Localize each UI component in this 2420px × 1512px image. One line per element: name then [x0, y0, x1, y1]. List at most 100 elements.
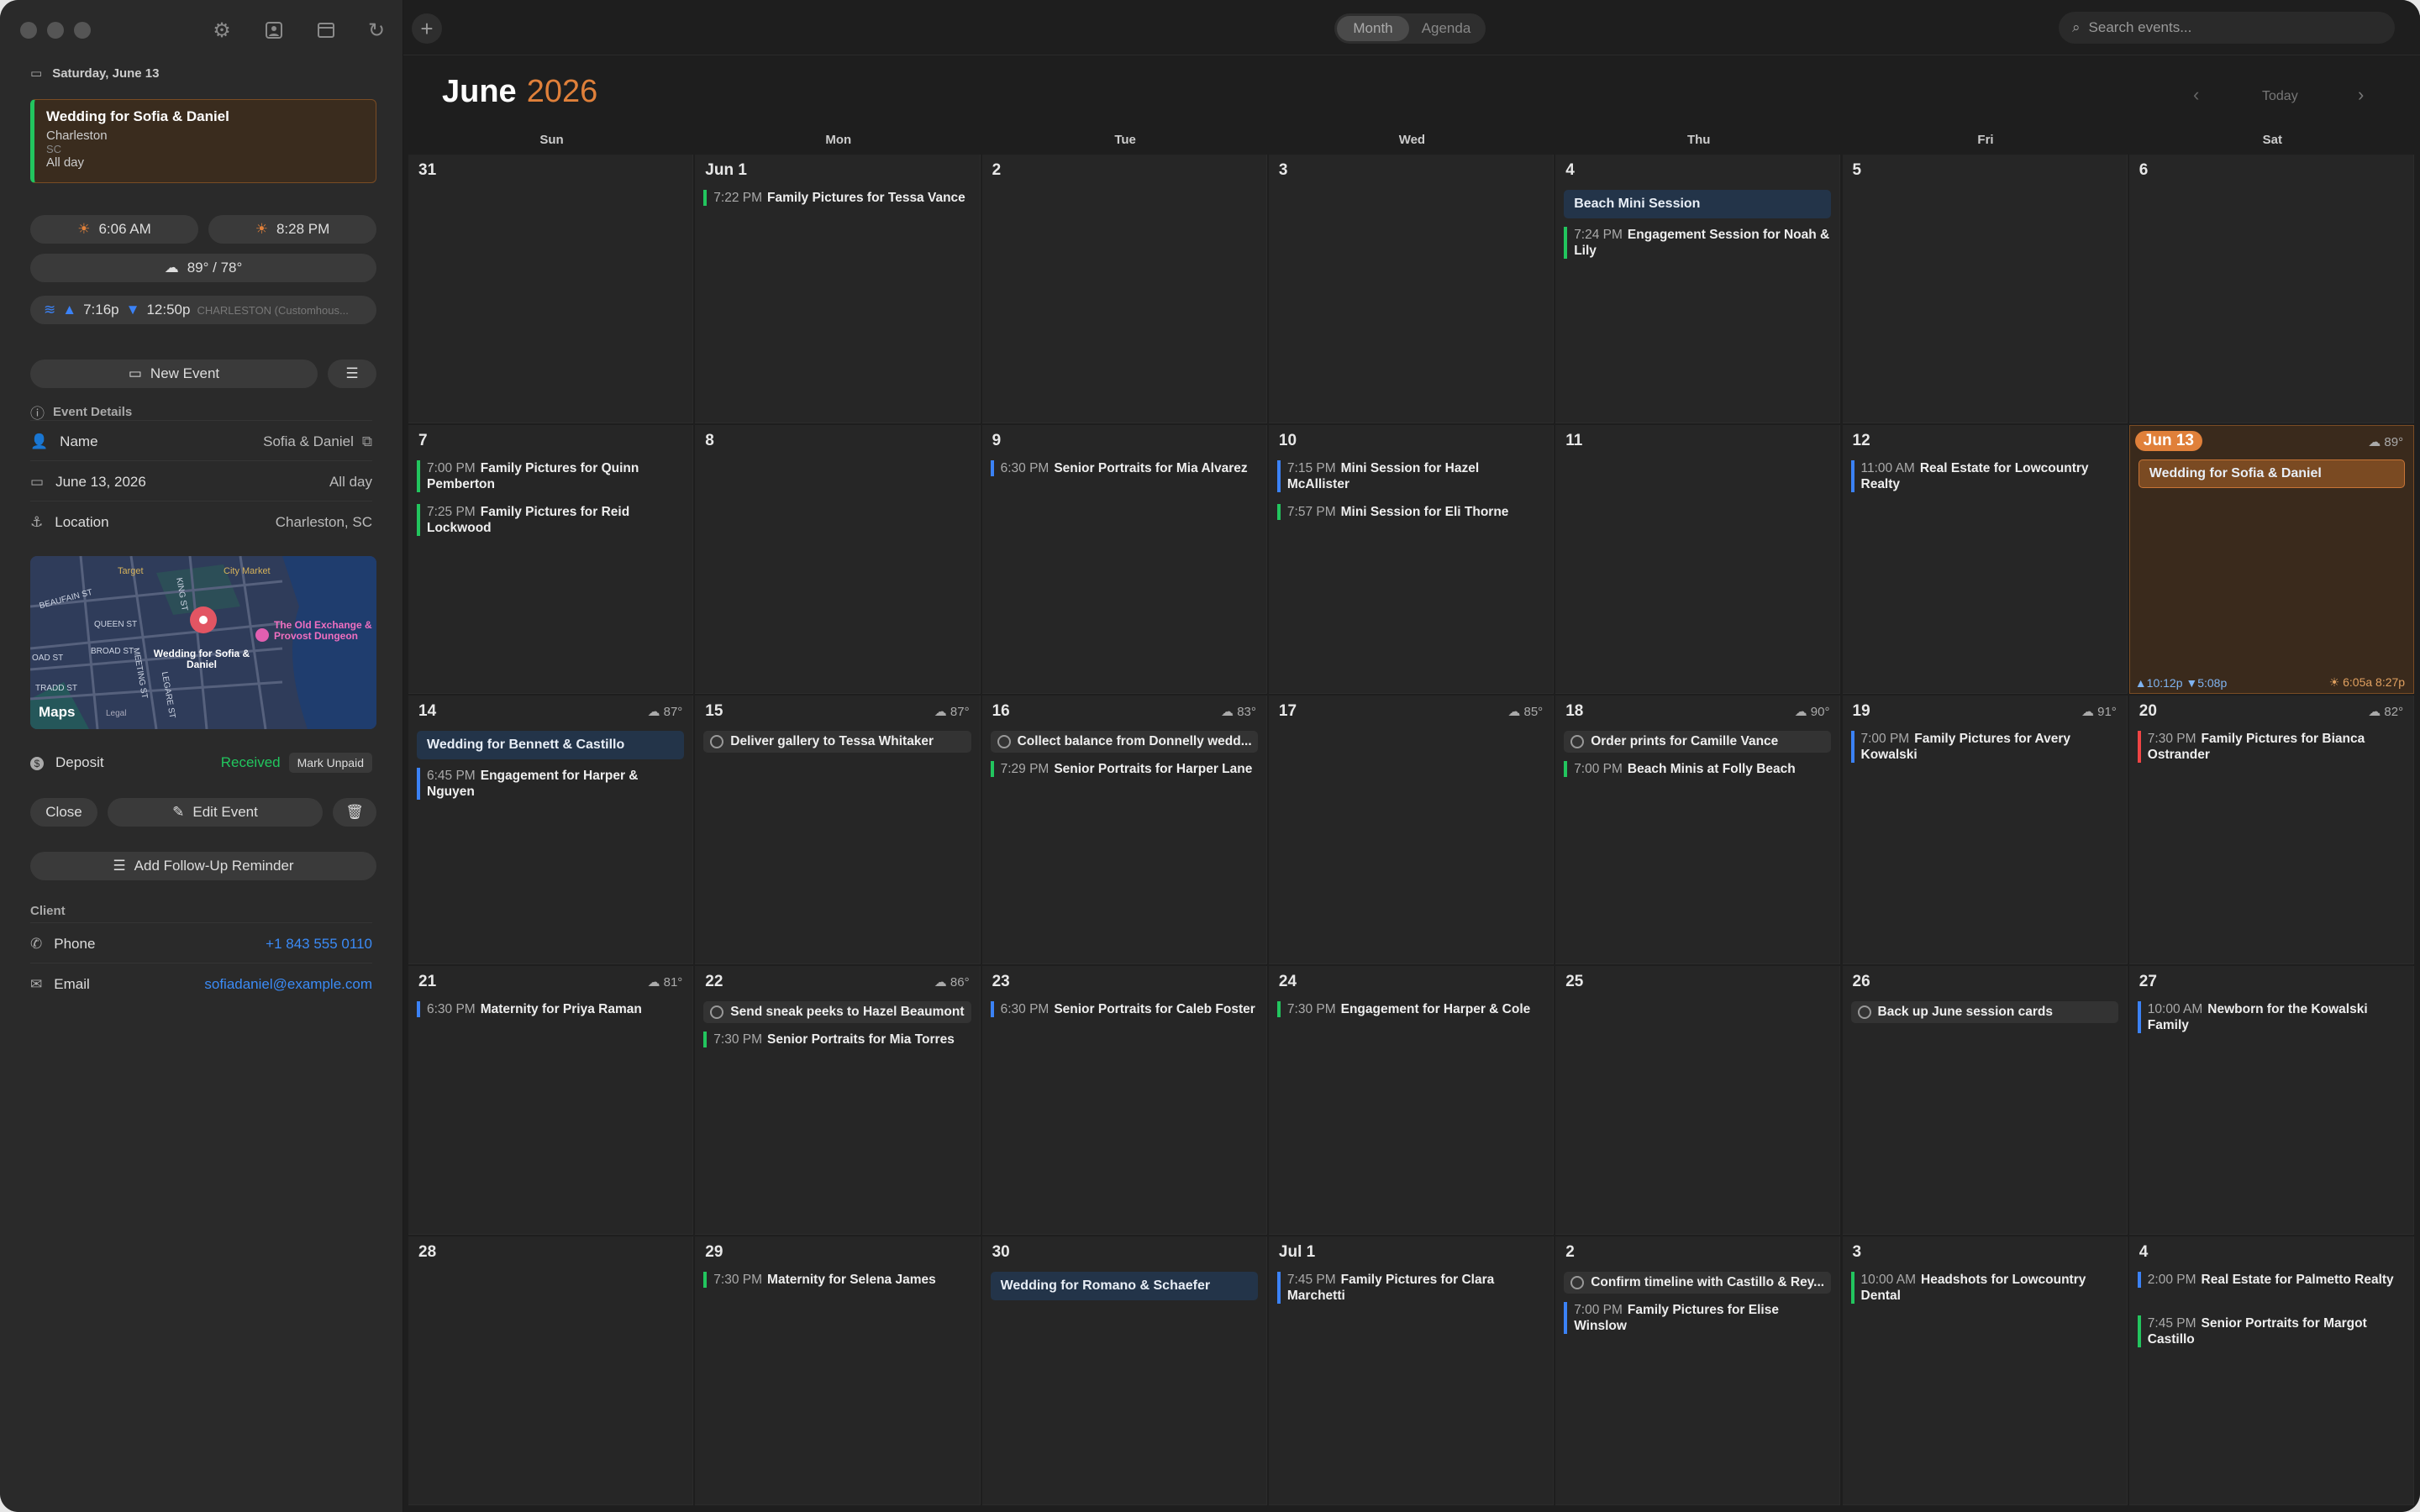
- tab-agenda[interactable]: Agenda: [1409, 16, 1483, 41]
- day-cell[interactable]: 21 ☁ 81° 6:30 PM Maternity for Priya Raman: [408, 966, 694, 1235]
- timed-event[interactable]: 6:45 PM Engagement for Harper & Nguyen: [417, 768, 684, 800]
- timed-event[interactable]: 7:45 PM Senior Portraits for Margot Casti…: [2137, 1315, 2405, 1347]
- email-link[interactable]: sofiadaniel@example.com: [204, 976, 372, 993]
- timed-event[interactable]: 7:30 PM Engagement for Harper & Cole: [1276, 1001, 1544, 1017]
- day-cell[interactable]: Jun 1 7:22 PM Family Pictures for Tessa Va…: [695, 155, 981, 423]
- timed-event[interactable]: 7:57 PM Mini Session for Eli Thorne: [1276, 504, 1544, 520]
- timed-event[interactable]: 7:30 PM Family Pictures for Bianca Ostran…: [2137, 731, 2405, 763]
- all-day-event[interactable]: Wedding for Bennett & Castillo: [417, 731, 685, 759]
- timed-event[interactable]: 7:00 PM Beach Minis at Folly Beach: [1564, 761, 1831, 777]
- day-cell[interactable]: 22 ☁ 86° Send sneak peeks to Hazel Beaumon…: [695, 966, 981, 1235]
- day-cell[interactable]: 11: [1555, 425, 1841, 694]
- day-cell[interactable]: 25: [1555, 966, 1841, 1235]
- add-follow-up-button[interactable]: ☰ Add Follow-Up Reminder: [30, 852, 376, 880]
- task-item[interactable]: Collect balance from Donnelly wedd...: [990, 731, 1258, 753]
- day-cell[interactable]: 31: [408, 155, 694, 423]
- delete-button[interactable]: 🗑: [333, 798, 376, 827]
- today-button[interactable]: Today: [2262, 89, 2298, 104]
- timed-event[interactable]: 7:45 PM Family Pictures for Clara Marchet…: [1276, 1272, 1544, 1304]
- task-item[interactable]: Deliver gallery to Tessa Whitaker: [703, 731, 971, 753]
- all-day-event[interactable]: Wedding for Romano & Schaefer: [990, 1272, 1258, 1300]
- chevron-right-icon[interactable]: ›: [2358, 84, 2364, 106]
- task-checkbox[interactable]: [710, 1005, 724, 1019]
- timed-event[interactable]: 7:00 PM Family Pictures for Elise Winslow: [1564, 1302, 1831, 1334]
- day-cell[interactable]: 24 7:30 PM Engagement for Harper & Cole: [1268, 966, 1555, 1235]
- mark-unpaid-button[interactable]: Mark Unpaid: [288, 753, 372, 773]
- day-cell[interactable]: 7 7:00 PM Family Pictures for Quinn Pember…: [408, 425, 694, 694]
- day-cell[interactable]: 15 ☁ 87° Deliver gallery to Tessa Whitaker: [695, 696, 981, 964]
- day-cell[interactable]: 6: [2128, 155, 2415, 423]
- day-cell[interactable]: Jun 13 ☁ 89° Wedding for Sofia & Daniel ▲10…: [2128, 425, 2415, 694]
- map-legal-link[interactable]: Legal: [106, 709, 126, 718]
- day-cell[interactable]: 18 ☁ 90° Order prints for Camille Vance 7:0…: [1555, 696, 1841, 964]
- timed-event[interactable]: 6:30 PM Senior Portraits for Caleb Foster: [990, 1001, 1258, 1017]
- close-button[interactable]: Close: [30, 798, 97, 827]
- task-item[interactable]: Confirm timeline with Castillo & Rey...: [1564, 1272, 1832, 1294]
- timed-event[interactable]: 7:00 PM Family Pictures for Quinn Pembert…: [417, 460, 684, 492]
- tab-month[interactable]: Month: [1337, 16, 1409, 41]
- phone-link[interactable]: +1 843 555 0110: [266, 936, 372, 953]
- timed-event[interactable]: 7:24 PM Engagement Session for Noah & Lil…: [1564, 227, 1831, 259]
- day-cell[interactable]: 20 ☁ 82° 7:30 PM Family Pictures for Bianca…: [2128, 696, 2415, 964]
- search-field[interactable]: ⌕ Search events...: [2059, 12, 2395, 44]
- timed-event[interactable]: 6:30 PM Maternity for Priya Raman: [417, 1001, 684, 1017]
- day-cell[interactable]: 3 10:00 AM Headshots for Lowcountry Dental: [1842, 1236, 2128, 1505]
- day-cell[interactable]: 29 7:30 PM Maternity for Selena James: [695, 1236, 981, 1505]
- copy-icon[interactable]: ⧉: [362, 433, 372, 449]
- edit-event-button[interactable]: ✎ Edit Event: [108, 798, 323, 827]
- timed-event[interactable]: 7:30 PM Maternity for Selena James: [703, 1272, 971, 1288]
- day-cell[interactable]: 10 7:15 PM Mini Session for Hazel McAllist…: [1268, 425, 1555, 694]
- selected-event-card[interactable]: Wedding for Sofia & Daniel Charleston SC…: [30, 99, 376, 183]
- day-cell[interactable]: 5: [1842, 155, 2128, 423]
- checklist-button[interactable]: ☰: [328, 360, 376, 388]
- day-cell[interactable]: 19 ☁ 91° 7:00 PM Family Pictures for Avery …: [1842, 696, 2128, 964]
- task-checkbox[interactable]: [1570, 735, 1585, 748]
- timed-event[interactable]: 11:00 AM Real Estate for Lowcountry Realt…: [1850, 460, 2118, 492]
- close-window-button[interactable]: [20, 22, 37, 39]
- day-cell[interactable]: 23 6:30 PM Senior Portraits for Caleb Fost…: [981, 966, 1267, 1235]
- day-cell[interactable]: Jul 1 7:45 PM Family Pictures for Clara Ma…: [1268, 1236, 1555, 1505]
- timed-event[interactable]: 7:25 PM Family Pictures for Reid Lockwood: [417, 504, 684, 536]
- day-cell[interactable]: 12 11:00 AM Real Estate for Lowcountry Rea…: [1842, 425, 2128, 694]
- task-checkbox[interactable]: [1570, 1276, 1585, 1289]
- calendar-view-icon[interactable]: [311, 15, 341, 45]
- task-checkbox[interactable]: [997, 735, 1011, 748]
- new-event-button[interactable]: ▭ New Event: [30, 360, 318, 388]
- day-cell[interactable]: 2: [981, 155, 1267, 423]
- timed-event[interactable]: 7:15 PM Mini Session for Hazel McAllister: [1276, 460, 1544, 492]
- task-item[interactable]: Order prints for Camille Vance: [1564, 731, 1832, 753]
- timed-event[interactable]: 7:30 PM Senior Portraits for Mia Torres: [703, 1032, 971, 1047]
- task-item[interactable]: Send sneak peeks to Hazel Beaumont: [703, 1001, 971, 1023]
- refresh-icon[interactable]: ↻: [361, 15, 392, 45]
- day-cell[interactable]: 4 Beach Mini Session 7:24 PM Engagement Ses…: [1555, 155, 1841, 423]
- timed-event[interactable]: 6:30 PM Senior Portraits for Mia Alvarez: [990, 460, 1258, 476]
- zoom-window-button[interactable]: [74, 22, 91, 39]
- timed-event[interactable]: 10:00 AM Newborn for the Kowalski Family: [2137, 1001, 2405, 1033]
- day-cell[interactable]: 14 ☁ 87° Wedding for Bennett & Castillo 6:4…: [408, 696, 694, 964]
- task-item[interactable]: Back up June session cards: [1850, 1001, 2118, 1023]
- day-cell[interactable]: 4 2:00 PM Real Estate for Palmetto Realty 7…: [2128, 1236, 2415, 1505]
- day-cell[interactable]: 3: [1268, 155, 1555, 423]
- location-map[interactable]: BEAUFAIN ST QUEEN ST BROAD ST KING ST ME…: [30, 556, 376, 729]
- timed-event[interactable]: 2:00 PM Real Estate for Palmetto Realty: [2137, 1272, 2405, 1288]
- add-icon[interactable]: +: [412, 13, 442, 44]
- day-cell[interactable]: 8: [695, 425, 981, 694]
- all-day-event[interactable]: Beach Mini Session: [1564, 190, 1832, 218]
- day-cell[interactable]: 9 6:30 PM Senior Portraits for Mia Alvarez: [981, 425, 1267, 694]
- timed-event[interactable]: 10:00 AM Headshots for Lowcountry Dental: [1850, 1272, 2118, 1304]
- day-cell[interactable]: 28: [408, 1236, 694, 1505]
- contacts-icon[interactable]: [259, 15, 289, 45]
- task-checkbox[interactable]: [710, 735, 724, 748]
- day-cell[interactable]: 2 Confirm timeline with Castillo & Rey...…: [1555, 1236, 1841, 1505]
- day-cell[interactable]: 16 ☁ 83° Collect balance from Donnelly wed…: [981, 696, 1267, 964]
- task-checkbox[interactable]: [1857, 1005, 1871, 1019]
- day-cell[interactable]: 30 Wedding for Romano & Schaefer: [981, 1236, 1267, 1505]
- timed-event[interactable]: 7:00 PM Family Pictures for Avery Kowalsk…: [1850, 731, 2118, 763]
- day-cell[interactable]: 26 Back up June session cards: [1842, 966, 2128, 1235]
- minimize-window-button[interactable]: [47, 22, 64, 39]
- gear-icon[interactable]: ⚙: [207, 15, 237, 45]
- all-day-event[interactable]: Wedding for Sofia & Daniel: [2138, 459, 2406, 488]
- day-cell[interactable]: 17 ☁ 85°: [1268, 696, 1555, 964]
- chevron-left-icon[interactable]: ‹: [2193, 84, 2199, 106]
- timed-event[interactable]: 7:22 PM Family Pictures for Tessa Vance: [703, 190, 971, 206]
